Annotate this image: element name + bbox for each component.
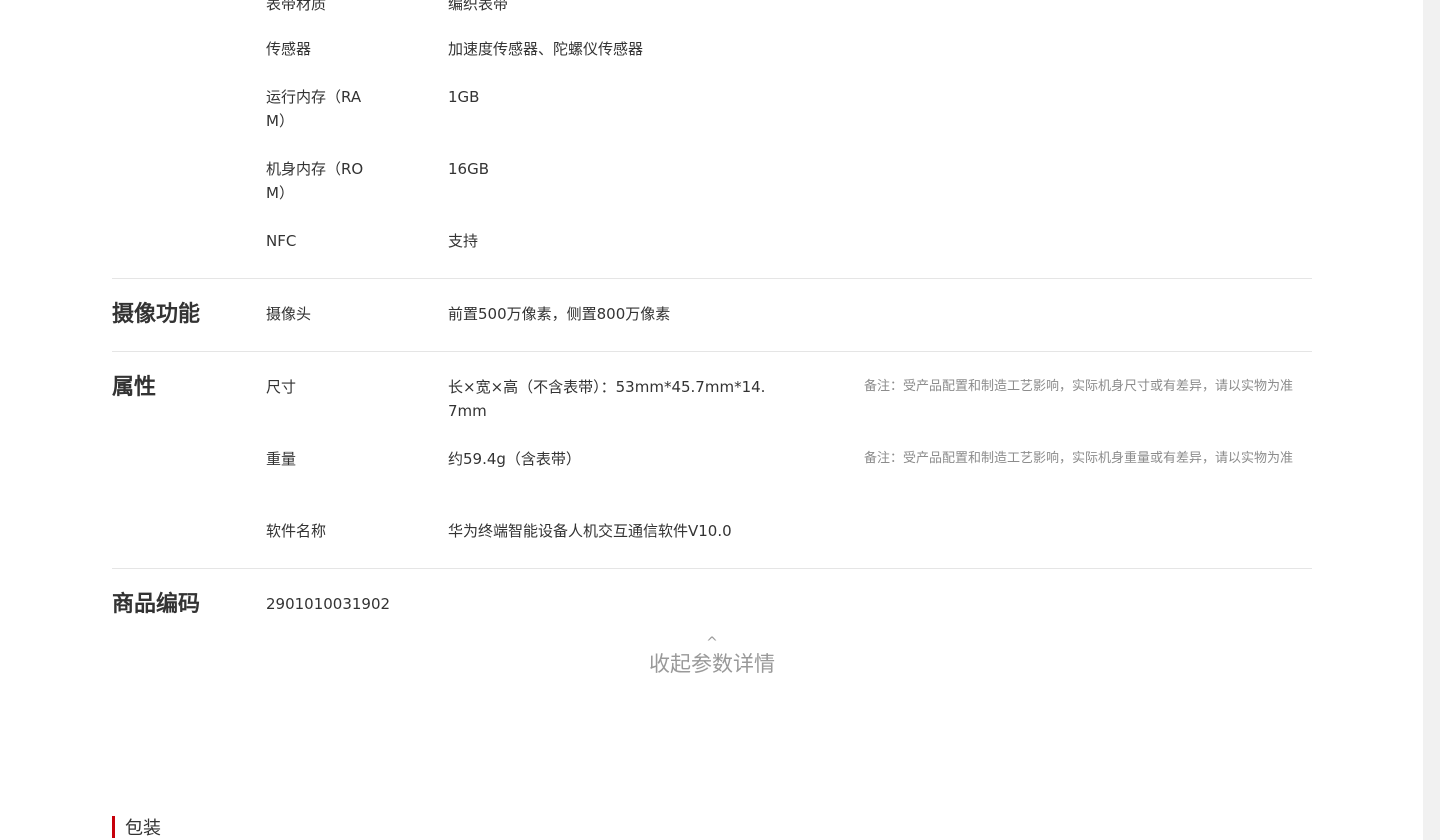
collapse-details-button[interactable]: ^ 收起参数详情: [112, 636, 1312, 678]
packing-title: 包装: [125, 818, 161, 839]
chevron-up-icon: ^: [706, 635, 718, 651]
page-scrollbar[interactable]: [1423, 0, 1440, 840]
product-code-value: 2901010031902: [266, 595, 391, 613]
spec-key: 软件名称: [266, 522, 327, 540]
spec-key: 尺寸: [266, 378, 297, 396]
spec-key: 运行内存（RAM）: [266, 88, 362, 130]
packing-section-header: 包装: [112, 814, 161, 840]
spec-value: 加速度传感器、陀螺仪传感器: [448, 40, 644, 58]
section-divider: [112, 278, 1312, 279]
spec-value: 长×宽×高（不含表带）：53mm*45.7mm*14.7mm: [448, 378, 766, 420]
spec-value: 1GB: [448, 88, 480, 106]
collapse-details-label: 收起参数详情: [649, 652, 775, 676]
spec-value: 支持: [448, 232, 479, 250]
section-divider: [112, 351, 1312, 352]
spec-value: 16GB: [448, 160, 490, 178]
spec-key: 重量: [266, 450, 297, 468]
accent-bar: [112, 816, 115, 838]
section-title-attributes: 属性: [112, 375, 157, 400]
spec-value: 约59.4g（含表带）: [448, 450, 581, 468]
spec-note: 备注：受产品配置和制造工艺影响，实际机身尺寸或有差异，请以实物为准: [864, 379, 1294, 394]
spec-key: 摄像头: [266, 305, 312, 323]
spec-value: 编织表带: [448, 0, 509, 13]
spec-key: 机身内存（ROM）: [266, 160, 364, 202]
spec-key: 传感器: [266, 40, 312, 58]
spec-note: 备注：受产品配置和制造工艺影响，实际机身重量或有差异，请以实物为准: [864, 451, 1294, 466]
spec-value: 华为终端智能设备人机交互通信软件V10.0: [448, 522, 732, 540]
section-divider: [112, 568, 1312, 569]
page: 表带材质 编织表带 传感器 加速度传感器、陀螺仪传感器 运行内存（RAM） 1G…: [0, 0, 1440, 840]
section-title-camera: 摄像功能: [112, 302, 201, 327]
spec-key: NFC: [266, 232, 297, 250]
spec-key: 表带材质: [266, 0, 327, 13]
spec-value: 前置500万像素，侧置800万像素: [448, 305, 671, 323]
section-title-product-code: 商品编码: [112, 592, 201, 617]
